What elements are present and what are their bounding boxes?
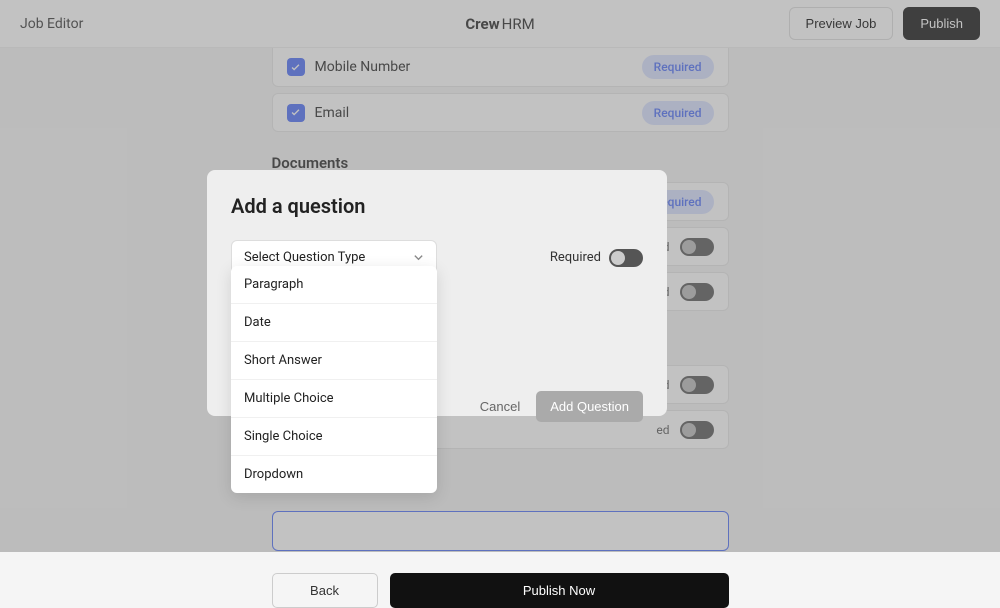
dropdown-item-short-answer[interactable]: Short Answer bbox=[231, 342, 437, 380]
back-button[interactable]: Back bbox=[272, 573, 378, 608]
dropdown-item-dropdown[interactable]: Dropdown bbox=[231, 456, 437, 493]
footer-buttons: Back Publish Now bbox=[272, 573, 729, 608]
required-label: Required bbox=[550, 250, 601, 265]
dropdown-item-single-choice[interactable]: Single Choice bbox=[231, 418, 437, 456]
required-toggle-group: Required bbox=[550, 249, 643, 267]
dropdown-item-date[interactable]: Date bbox=[231, 304, 437, 342]
question-type-dropdown: Paragraph Date Short Answer Multiple Cho… bbox=[231, 266, 437, 493]
required-toggle[interactable] bbox=[609, 249, 643, 267]
dropdown-item-paragraph[interactable]: Paragraph bbox=[231, 266, 437, 304]
modal-title: Add a question bbox=[231, 194, 643, 218]
publish-now-button[interactable]: Publish Now bbox=[390, 573, 729, 608]
cancel-button[interactable]: Cancel bbox=[480, 391, 520, 422]
dropdown-item-multiple-choice[interactable]: Multiple Choice bbox=[231, 380, 437, 418]
add-question-button[interactable]: Add Question bbox=[536, 391, 643, 422]
chevron-down-icon bbox=[413, 252, 424, 263]
select-label: Select Question Type bbox=[244, 250, 365, 265]
